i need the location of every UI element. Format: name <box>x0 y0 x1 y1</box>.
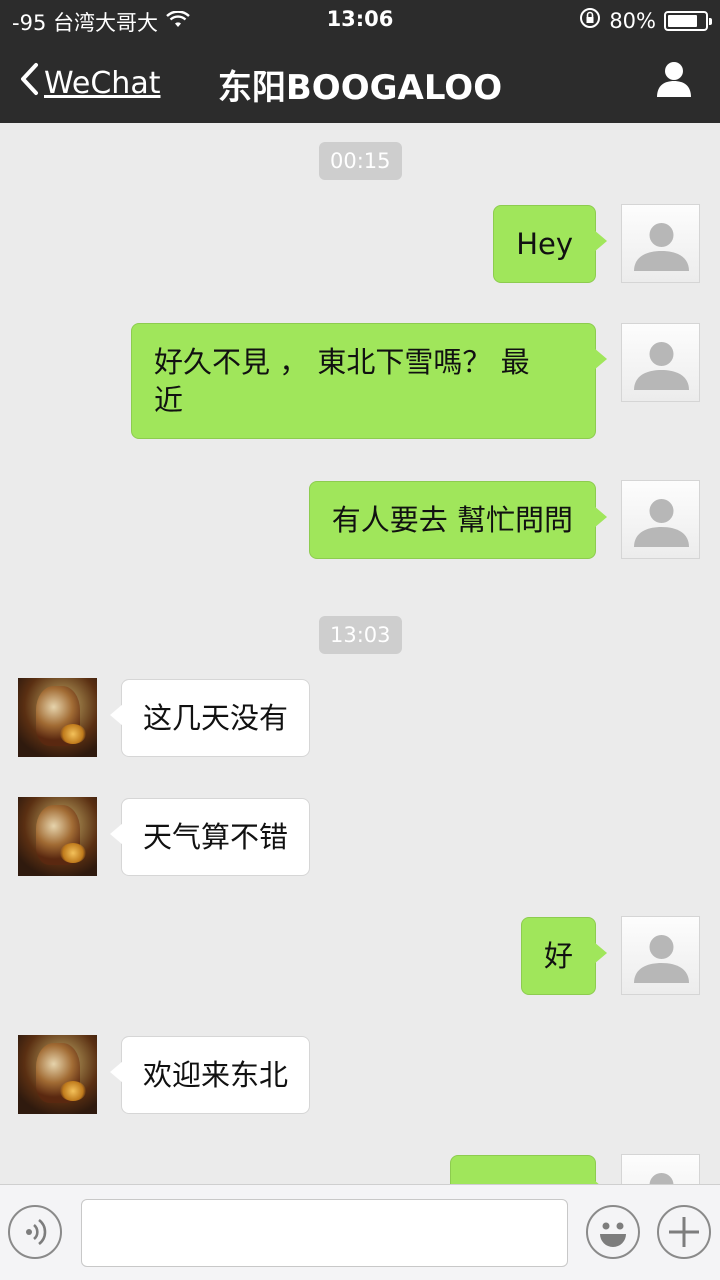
header: -95 台湾大哥大 13:06 80% WeChat 东阳BOOGALOO <box>0 0 720 123</box>
chat-title: 东阳BOOGALOO <box>217 68 503 108</box>
voice-icon <box>26 1218 47 1246</box>
add-button[interactable] <box>657 1205 711 1259</box>
message-text-line: 好久不見 ， 東北下雪嗎？ 最 <box>154 345 530 379</box>
avatar-highlight <box>60 724 86 744</box>
emoji-icon <box>600 1222 626 1247</box>
emoji-button[interactable] <box>586 1205 640 1259</box>
nav-bar: WeChat 东阳BOOGALOO <box>0 40 720 123</box>
voice-button[interactable] <box>8 1205 62 1259</box>
my-avatar[interactable] <box>621 916 700 995</box>
message-text: 欢迎来东北 <box>143 1058 289 1092</box>
message-text: 天气算不错 <box>143 820 289 854</box>
battery-percent: 80% <box>609 8 656 33</box>
outgoing-message[interactable]: 好久不見 ， 東北下雪嗎？ 最 近 <box>131 323 607 439</box>
outgoing-message[interactable]: Hey <box>493 205 607 283</box>
message-text: 有人要去 幫忙問問 <box>331 503 573 537</box>
contact-avatar[interactable] <box>18 678 97 757</box>
battery-fill <box>668 14 697 27</box>
incoming-message[interactable]: 天气算不错 <box>109 798 311 876</box>
my-avatar[interactable] <box>621 480 700 559</box>
default-avatar-icon <box>634 935 689 983</box>
wechat-chat-screen: -95 台湾大哥大 13:06 80% WeChat 东阳BOOGALOO 00… <box>0 0 720 1280</box>
message-text: 好 <box>543 939 573 973</box>
profile-button[interactable] <box>654 58 694 102</box>
rotation-lock-icon <box>579 7 601 34</box>
timestamp: 13:03 <box>319 616 402 654</box>
avatar-highlight <box>60 843 86 863</box>
default-avatar-icon <box>634 499 689 547</box>
plus-icon <box>669 1217 699 1247</box>
contact-avatar[interactable] <box>18 1035 97 1114</box>
default-avatar-icon <box>634 223 689 271</box>
battery-icon <box>664 10 712 31</box>
avatar-highlight <box>60 1081 86 1101</box>
incoming-message[interactable]: 这几天没有 <box>109 679 311 757</box>
contact-avatar[interactable] <box>18 797 97 876</box>
message-text: Hey <box>516 227 573 261</box>
status-bar: -95 台湾大哥大 13:06 80% <box>0 0 720 40</box>
outgoing-message[interactable]: 好 <box>520 917 608 995</box>
my-avatar[interactable] <box>621 204 700 283</box>
status-right: 80% <box>579 7 712 34</box>
message-text: 这几天没有 <box>143 701 289 735</box>
incoming-message[interactable]: 欢迎来东北 <box>109 1036 311 1114</box>
default-avatar-icon <box>634 342 689 390</box>
timestamp: 00:15 <box>319 142 402 180</box>
outgoing-message[interactable]: 有人要去 幫忙問問 <box>308 481 608 559</box>
message-text-line: 近 <box>154 383 184 417</box>
my-avatar[interactable] <box>621 323 700 402</box>
input-bar <box>0 1184 720 1280</box>
person-icon <box>654 62 694 102</box>
message-input[interactable] <box>81 1199 568 1267</box>
